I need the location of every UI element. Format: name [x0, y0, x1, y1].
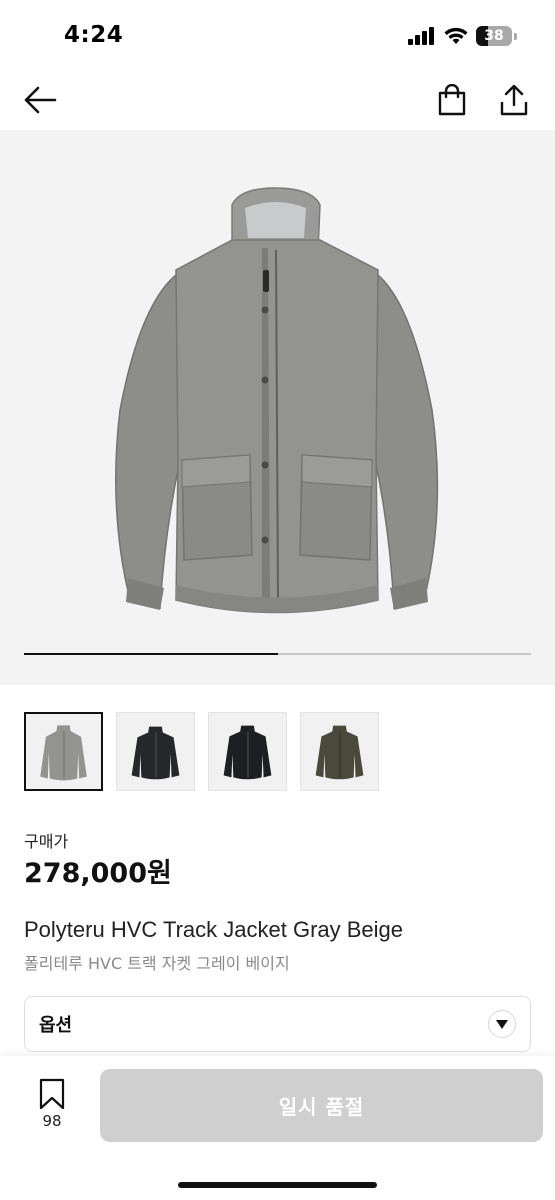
back-arrow-icon: [24, 86, 57, 114]
thumbnail-image-gray: [26, 714, 101, 789]
bookmark-icon: [39, 1078, 65, 1110]
option-select[interactable]: 옵션: [24, 996, 531, 1052]
status-bar: 4:24 38: [0, 0, 555, 70]
product-name-ko: 폴리테루 HVC 트랙 자켓 그레이 베이지: [24, 954, 290, 973]
product-image-gallery[interactable]: [0, 130, 555, 685]
gallery-progress-bar: [24, 653, 531, 655]
signal-icon: [408, 27, 434, 45]
share-button[interactable]: [494, 80, 534, 120]
thumbnail-image-olive: [301, 713, 378, 790]
thumbnail-4[interactable]: [300, 712, 379, 791]
battery-icon: 38: [476, 26, 512, 46]
product-name-en: Polyteru HVC Track Jacket Gray Beige: [24, 917, 404, 942]
nav-bar: [0, 70, 555, 130]
gallery-progress-fill: [24, 653, 278, 655]
sold-out-button[interactable]: 일시 품절: [100, 1069, 543, 1142]
price-label: 구매가: [24, 832, 69, 851]
shopping-bag-icon: [438, 84, 466, 116]
thumbnail-1[interactable]: [24, 712, 103, 791]
wishlist-count: 98: [42, 1112, 62, 1130]
battery-level: 38: [484, 28, 504, 44]
share-icon: [500, 84, 528, 116]
price-value: 278,000원: [24, 858, 172, 889]
wifi-icon: [444, 27, 468, 44]
chevron-down-icon: [488, 1010, 516, 1038]
thumbnail-image-black-2: [209, 713, 286, 790]
wishlist-button[interactable]: 98: [32, 1078, 72, 1130]
bottom-action-bar: 98 일시 품절: [0, 1056, 555, 1200]
back-button[interactable]: [20, 80, 60, 120]
status-time: 4:24: [64, 22, 124, 48]
option-label: 옵션: [39, 1015, 73, 1036]
thumbnail-2[interactable]: [116, 712, 195, 791]
shopping-bag-button[interactable]: [432, 80, 472, 120]
status-icons: 38: [408, 26, 517, 46]
thumbnail-strip: [24, 712, 379, 791]
home-indicator: [178, 1182, 377, 1188]
thumbnail-image-black: [117, 713, 194, 790]
thumbnail-3[interactable]: [208, 712, 287, 791]
product-image: [115, 187, 439, 614]
